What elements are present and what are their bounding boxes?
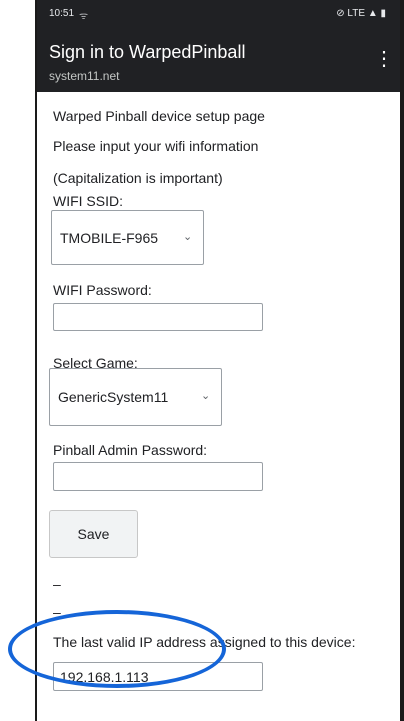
status-bar: 10:51 ᯤ ⊘ LTE ▲ ▮ <box>37 0 400 28</box>
app-bar-subtitle: system11.net <box>49 69 120 83</box>
app-bar: Sign in to WarpedPinball system11.net ⋮ <box>37 28 400 92</box>
status-network: ⊘ LTE ▲ ▮ <box>336 8 386 19</box>
save-button[interactable]: Save <box>49 510 138 558</box>
admin-password-label: Pinball Admin Password: <box>53 442 208 458</box>
admin-password-input[interactable] <box>53 462 263 491</box>
wifi-ssid-label: WIFI SSID: <box>53 193 123 209</box>
wifi-password-input[interactable] <box>53 303 263 331</box>
app-bar-title: Sign in to WarpedPinball <box>49 42 246 62</box>
wifi-ssid-select[interactable]: TMOBILE-F965 <box>51 210 204 265</box>
capitalization-note: (Capitalization is important) <box>53 170 223 186</box>
wifi-password-label: WIFI Password: <box>53 282 152 298</box>
select-game-dropdown[interactable]: GenericSystem11 <box>49 368 222 426</box>
signal-icon: ᯤ <box>79 11 89 22</box>
overflow-menu-icon[interactable]: ⋮ <box>374 46 394 71</box>
page-heading: Warped Pinball device setup page <box>53 108 265 124</box>
battery-icon: ▲ ▮ <box>367 8 386 19</box>
highlight-circle <box>8 610 226 688</box>
dash-placeholder: – <box>53 576 61 592</box>
instruction-text: Please input your wifi information <box>53 138 259 154</box>
status-time: 10:51 <box>49 8 75 19</box>
wifi-off-icon: ⊘ <box>336 8 348 19</box>
network-type: LTE <box>347 8 366 19</box>
